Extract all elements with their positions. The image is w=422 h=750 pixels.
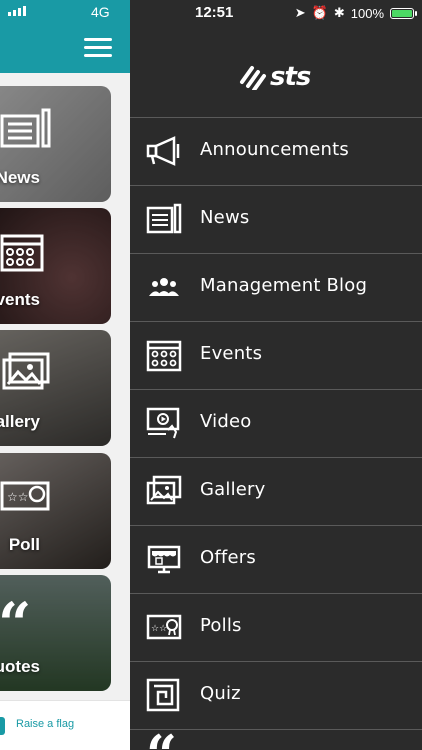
poll-icon: ☆☆ — [0, 481, 50, 511]
menu-item-announcements[interactable]: Announcements — [130, 118, 422, 186]
menu-item-label: News — [200, 207, 250, 228]
menu-item-label: Polls — [200, 615, 242, 636]
newspaper-icon — [0, 108, 51, 148]
tile-poll[interactable]: ☆☆ Poll — [0, 453, 111, 569]
tile-label: News — [0, 168, 40, 187]
menu-item-offers[interactable]: Offers — [130, 526, 422, 594]
tile-label: Poll — [8, 535, 40, 554]
logo-text: sts — [270, 62, 311, 92]
drawer-menu: Announcements News Management Blog Event… — [130, 117, 422, 730]
status-bar-left: 4G — [4, 4, 130, 20]
menu-item-quiz[interactable]: Quiz — [130, 662, 422, 730]
tile-news[interactable]: News — [0, 86, 111, 202]
tile-label: Quotes — [0, 657, 40, 676]
status-icons: ➤ ⏰ ✱ 100% — [294, 5, 417, 21]
shop-icon — [147, 545, 181, 574]
raise-flag-label: Raise a flag — [16, 718, 75, 730]
tile-gallery[interactable]: Gallery — [0, 330, 111, 446]
sts-logo: sts — [238, 62, 311, 92]
flag-icon — [0, 717, 5, 735]
poll-icon: ☆☆ — [146, 614, 182, 640]
side-drawer: 12:51 ➤ ⏰ ✱ 100% sts Announcements News … — [130, 0, 422, 750]
battery-percent: 100% — [350, 5, 384, 21]
menu-item-events[interactable]: Events — [130, 322, 422, 390]
status-bar: 12:51 ➤ ⏰ ✱ 100% — [130, 3, 422, 21]
gallery-icon — [146, 475, 182, 505]
quote-icon: “ — [0, 590, 32, 658]
app-header: 4G — [0, 0, 130, 73]
menu-item-label: Events — [200, 343, 263, 364]
tile-quotes[interactable]: “ Quotes — [0, 575, 111, 691]
gallery-icon — [2, 352, 50, 390]
menu-item-video[interactable]: Video — [130, 390, 422, 458]
group-icon — [149, 278, 179, 296]
bluetooth-icon: ✱ — [333, 5, 345, 20]
menu-item-label: Management Blog — [200, 275, 368, 296]
maze-icon — [146, 678, 180, 712]
carrier-label: 4G — [91, 4, 110, 20]
calendar-icon — [0, 234, 44, 272]
background-app: 4G News Events — [0, 0, 130, 750]
logo-mark-icon — [240, 66, 266, 90]
hamburger-menu-icon[interactable] — [84, 38, 112, 58]
battery-icon — [390, 7, 417, 19]
raise-flag-button[interactable]: Raise a flag — [0, 700, 130, 750]
tile-events[interactable]: Events — [0, 208, 111, 324]
svg-text:☆☆: ☆☆ — [7, 490, 29, 504]
location-icon: ➤ — [294, 5, 306, 20]
calendar-icon — [146, 340, 182, 372]
tile-label: Events — [0, 290, 40, 309]
menu-item-label: Offers — [200, 547, 256, 568]
menu-item-management-blog[interactable]: Management Blog — [130, 254, 422, 322]
video-icon — [146, 407, 180, 439]
megaphone-icon — [146, 136, 180, 166]
menu-item-label: Quiz — [200, 683, 241, 704]
menu-item-label: Gallery — [200, 479, 266, 500]
menu-item-label: Announcements — [200, 139, 349, 160]
tile-label: Gallery — [0, 412, 40, 431]
newspaper-icon — [146, 203, 182, 234]
battery-level — [392, 9, 412, 17]
menu-item-gallery[interactable]: Gallery — [130, 458, 422, 526]
svg-text:☆☆: ☆☆ — [151, 624, 167, 634]
alarm-icon: ⏰ — [311, 5, 328, 20]
menu-item-news[interactable]: News — [130, 186, 422, 254]
signal-icon — [8, 6, 26, 16]
quote-icon: “ — [146, 728, 177, 750]
menu-item-polls[interactable]: ☆☆ Polls — [130, 594, 422, 662]
status-time: 12:51 — [195, 4, 234, 21]
menu-item-label: Video — [200, 411, 252, 432]
